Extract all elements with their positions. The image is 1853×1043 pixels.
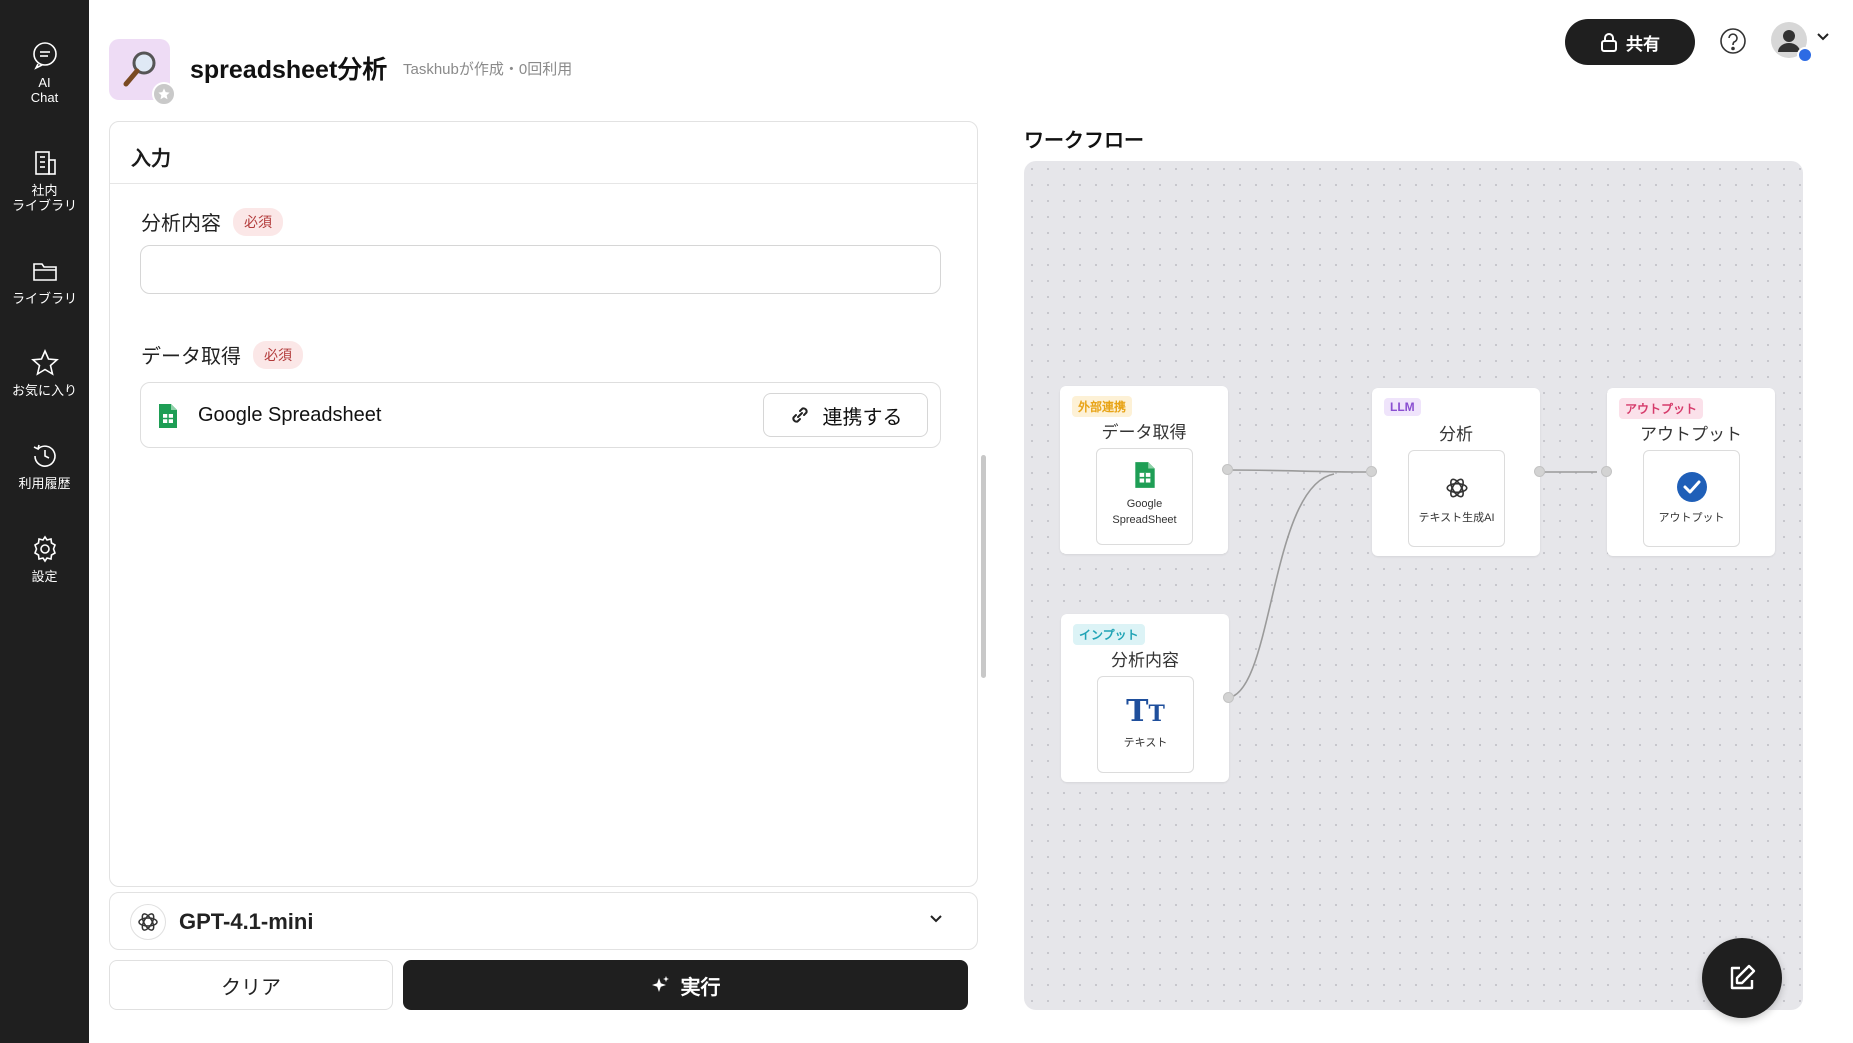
field-label-text: 分析内容 [141,213,221,235]
sidebar-item-settings[interactable]: 設定 [0,534,89,584]
node-card: TT テキスト [1097,676,1194,773]
workflow-title: ワークフロー [1024,130,1144,152]
node-card: Google SpreadSheet [1096,448,1193,545]
page-title: spreadsheet分析 [190,56,388,84]
node-output-port[interactable] [1222,464,1233,475]
share-label: 共有 [1626,34,1660,54]
data-source-name: Google Spreadsheet [198,404,382,426]
node-card: アウトプット [1643,450,1740,547]
node-tag: インプット [1073,624,1145,645]
required-badge: 必須 [253,340,303,369]
node-data-source[interactable]: 外部連携 データ取得 Google SpreadSheet [1060,386,1233,554]
data-source-box: Google Spreadsheet 連携する [140,382,941,448]
node-title: 分析内容 [1111,651,1179,670]
node-output[interactable]: アウトプット アウトプット アウトプット [1601,388,1775,556]
connect-button[interactable]: 連携する [763,393,928,437]
sidebar-item-history[interactable]: 利用履歴 [0,441,89,491]
node-card-caption: アウトプット [1658,512,1725,524]
node-card-caption: テキスト [1123,737,1168,749]
history-icon [33,444,56,467]
field-label-text: データ取得 [141,346,241,368]
node-analysis-input[interactable]: インプット 分析内容 TT テキスト [1061,614,1234,782]
google-sheets-icon [1134,462,1155,488]
input-panel: 入力 分析内容 必須 データ取得 必須 Google Spreadsheet 連… [109,121,978,887]
connect-label: 連携する [822,406,903,429]
chevron-down-icon [930,915,942,923]
node-output-port[interactable] [1223,692,1234,703]
clear-button[interactable]: クリア [109,960,393,1010]
sidebar-item-ai-chat[interactable]: AI Chat [0,40,89,105]
openai-icon [130,904,166,940]
node-tag: アウトプット [1619,398,1704,419]
sidebar-item-label: AI Chat [30,75,59,105]
node-card: テキスト生成AI [1408,450,1505,547]
page-subtitle: Taskhubが作成・0回利用 [403,61,573,78]
workflow-canvas[interactable]: 外部連携 データ取得 Google SpreadSheet インプット 分析内容… [1024,161,1803,1010]
input-panel-title: 入力 [110,122,977,184]
analysis-input[interactable] [140,245,941,294]
star-icon [30,349,59,376]
sidebar-item-label: 設定 [31,569,58,584]
app-icon [109,39,176,106]
lock-icon [1601,33,1617,52]
share-button[interactable]: 共有 [1565,19,1695,65]
node-tag: LLM [1384,398,1421,416]
text-type-icon: TT [1126,694,1165,729]
folder-icon [32,263,57,281]
edit-workflow-button[interactable] [1702,938,1782,1018]
sidebar-item-label: 社内 ライブラリ [11,183,77,213]
node-card-caption: テキスト生成AI [1418,512,1495,524]
node-title: 分析 [1439,425,1473,444]
building-icon [34,151,56,175]
favorite-star-icon[interactable] [152,82,176,106]
google-sheets-icon [159,404,177,428]
edge-input-to-llm [1225,473,1335,699]
sidebar-item-label: ライブラリ [11,291,77,306]
check-circle-icon [1676,472,1707,502]
field-data-source-label: データ取得 必須 [141,340,303,369]
sidebar-item-label: 利用履歴 [18,476,71,491]
field-analysis-label: 分析内容 必須 [141,207,283,236]
node-llm[interactable]: LLM 分析 テキスト生成AI [1366,388,1545,556]
link-icon [791,407,808,423]
node-output-port[interactable] [1534,466,1545,477]
sparkle-icon [651,976,669,992]
node-title: アウトプット [1640,425,1742,444]
node-input-port[interactable] [1366,466,1377,477]
run-label: 実行 [680,976,721,999]
sidebar-item-company-library[interactable]: 社内 ライブラリ [0,148,89,213]
node-input-port[interactable] [1601,466,1612,477]
help-icon[interactable] [1718,26,1748,56]
sidebar-item-favorites[interactable]: お気に入り [0,348,89,398]
model-selector[interactable]: GPT-4.1-mini [109,892,978,950]
gear-icon [33,535,56,563]
edge-data-to-llm [1225,469,1367,473]
node-tag: 外部連携 [1072,396,1133,417]
required-badge: 必須 [233,207,283,236]
scrollbar[interactable] [981,455,986,678]
sidebar: AI Chat 社内 ライブラリ ライブラリ お気に入り 利用履歴 設定 [0,0,89,1043]
openai-icon [1445,478,1468,498]
node-card-caption: Google SpreadSheet [1112,498,1177,526]
run-button[interactable]: 実行 [403,960,968,1010]
chevron-down-icon[interactable] [1816,32,1830,42]
sidebar-item-library[interactable]: ライブラリ [0,256,89,306]
node-title: データ取得 [1101,423,1187,442]
avatar-settings-badge-icon [1797,47,1813,63]
model-name: GPT-4.1-mini [179,909,314,934]
chat-bubble-icon [32,42,57,70]
sidebar-item-label: お気に入り [11,383,77,398]
workflow-edges [1225,469,1597,699]
magnifier-icon [123,51,156,87]
edit-icon [1730,964,1756,990]
